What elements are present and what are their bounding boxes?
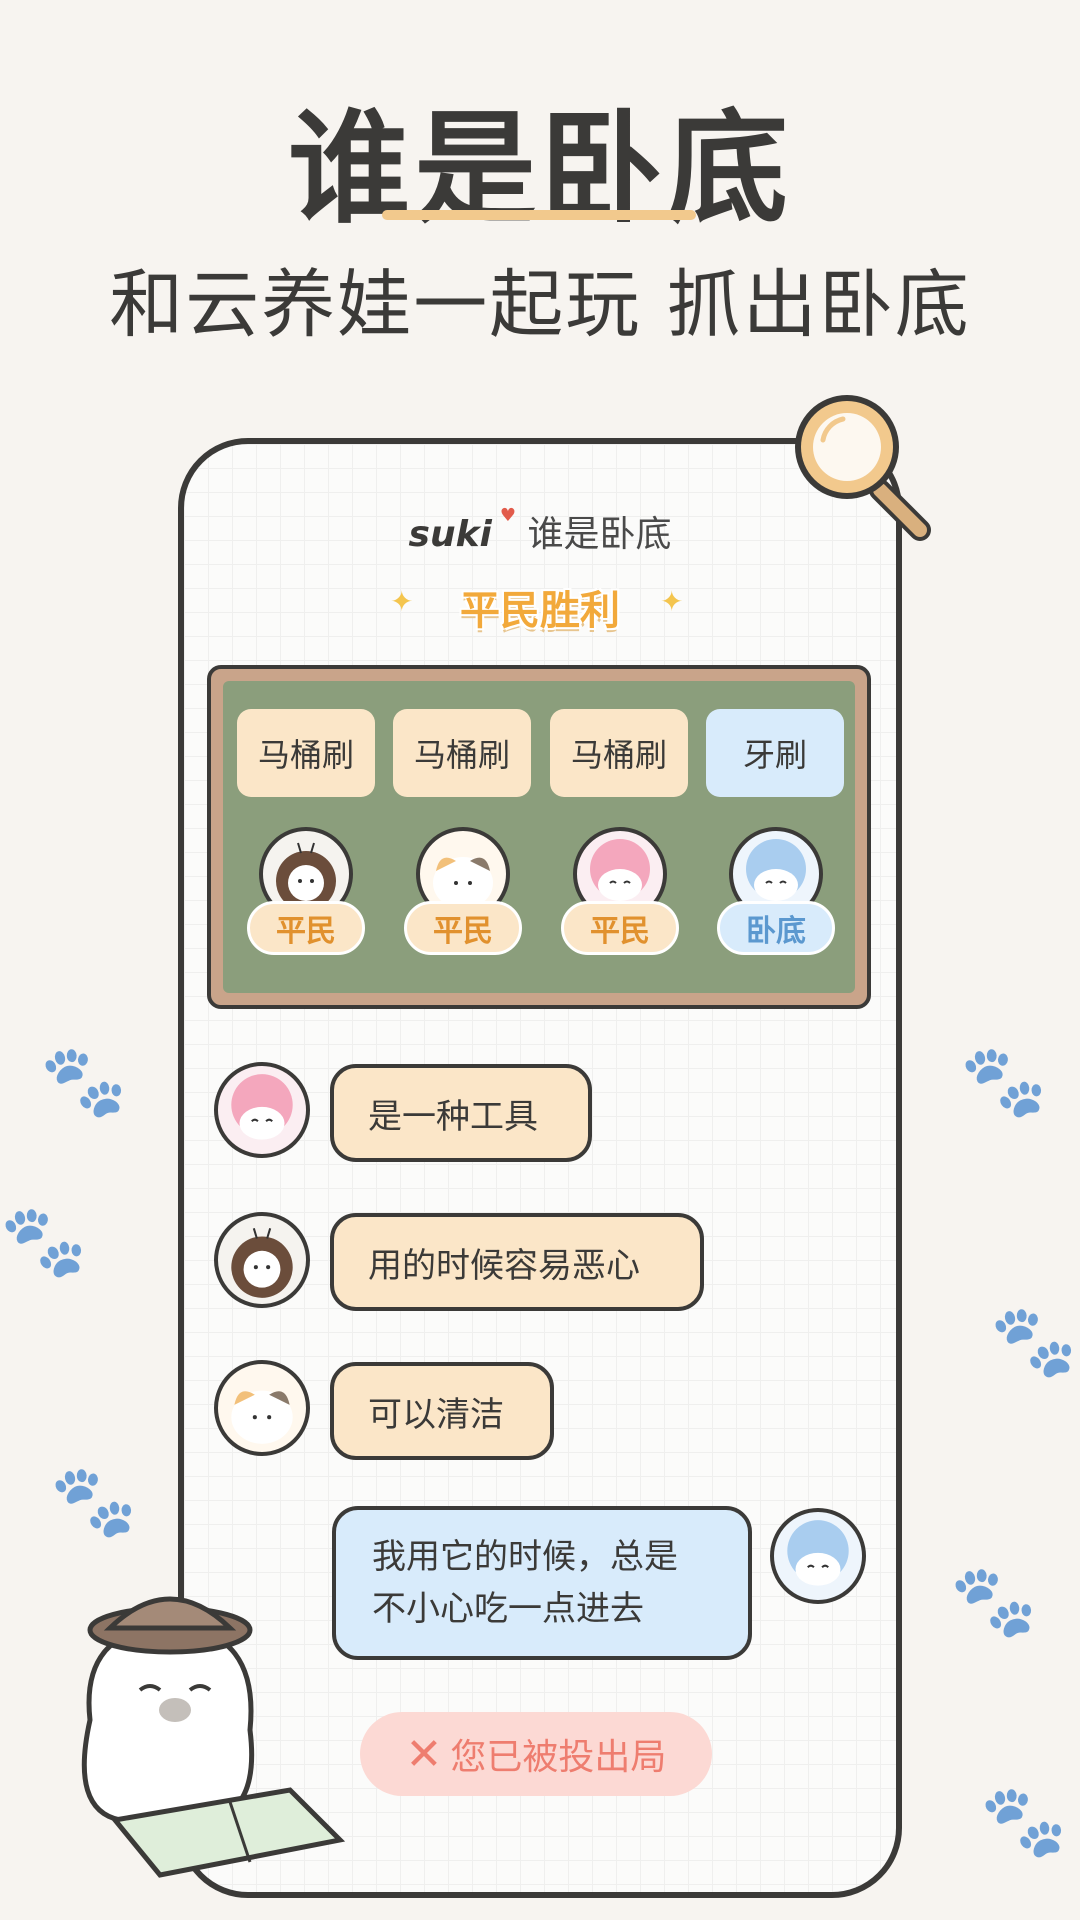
- paw-icon: 🐾: [40, 1040, 128, 1122]
- hero-title: 谁是卧底: [288, 96, 792, 240]
- paw-icon: 🐾: [980, 1780, 1068, 1862]
- role-board: 马桶刷 马桶刷 马桶刷 牙刷 平民 平民 平民 卧底: [207, 665, 871, 1009]
- paw-icon: 🐾: [990, 1300, 1078, 1382]
- role-badge-spy: 卧底: [717, 901, 835, 955]
- word-card: 马桶刷: [237, 709, 375, 797]
- calico-cat-avatar: [214, 1360, 310, 1456]
- paw-icon: 🐾: [0, 1200, 88, 1282]
- app-brand: suki: [408, 514, 492, 555]
- role-badge-civilian: 平民: [247, 901, 365, 955]
- title-underline: [382, 210, 696, 220]
- close-icon: ✕: [405, 1728, 443, 1780]
- blue-hair-avatar: [770, 1508, 866, 1604]
- pink-hair-avatar: [214, 1062, 310, 1158]
- eliminated-text: 您已被投出局: [450, 1737, 667, 1778]
- app-header: suki ♥ 谁是卧底: [0, 505, 1080, 557]
- my-chat-line: 我用它的时候，总是: [372, 1537, 678, 1577]
- hero-subtitle: 和云养娃一起玩 抓出卧底: [109, 262, 971, 348]
- paw-icon: 🐾: [50, 1460, 138, 1542]
- my-chat-bubble: 我用它的时候，总是 不小心吃一点进去: [332, 1506, 752, 1660]
- my-chat-line: 不小心吃一点进去: [372, 1589, 644, 1629]
- heart-icon: ♥: [499, 505, 516, 526]
- eliminated-banner: ✕ 您已被投出局: [360, 1712, 712, 1796]
- game-result: 平民胜利: [460, 588, 620, 634]
- chat-bubble: 用的时候容易恶心: [330, 1213, 704, 1311]
- word-card-spy: 牙刷: [706, 709, 844, 797]
- word-card: 马桶刷: [550, 709, 688, 797]
- paw-icon: 🐾: [960, 1040, 1048, 1122]
- detective-cat-mascot: [81, 1596, 346, 1878]
- app-title: 谁是卧底: [527, 514, 672, 555]
- paw-icon: 🐾: [950, 1560, 1038, 1642]
- role-badge-civilian: 平民: [561, 901, 679, 955]
- word-card: 马桶刷: [393, 709, 531, 797]
- role-badge-civilian: 平民: [404, 901, 522, 955]
- chat-bubble: 可以清洁: [330, 1362, 554, 1460]
- chat-bubble: 是一种工具: [330, 1064, 592, 1162]
- bee-costume-avatar: [214, 1212, 310, 1308]
